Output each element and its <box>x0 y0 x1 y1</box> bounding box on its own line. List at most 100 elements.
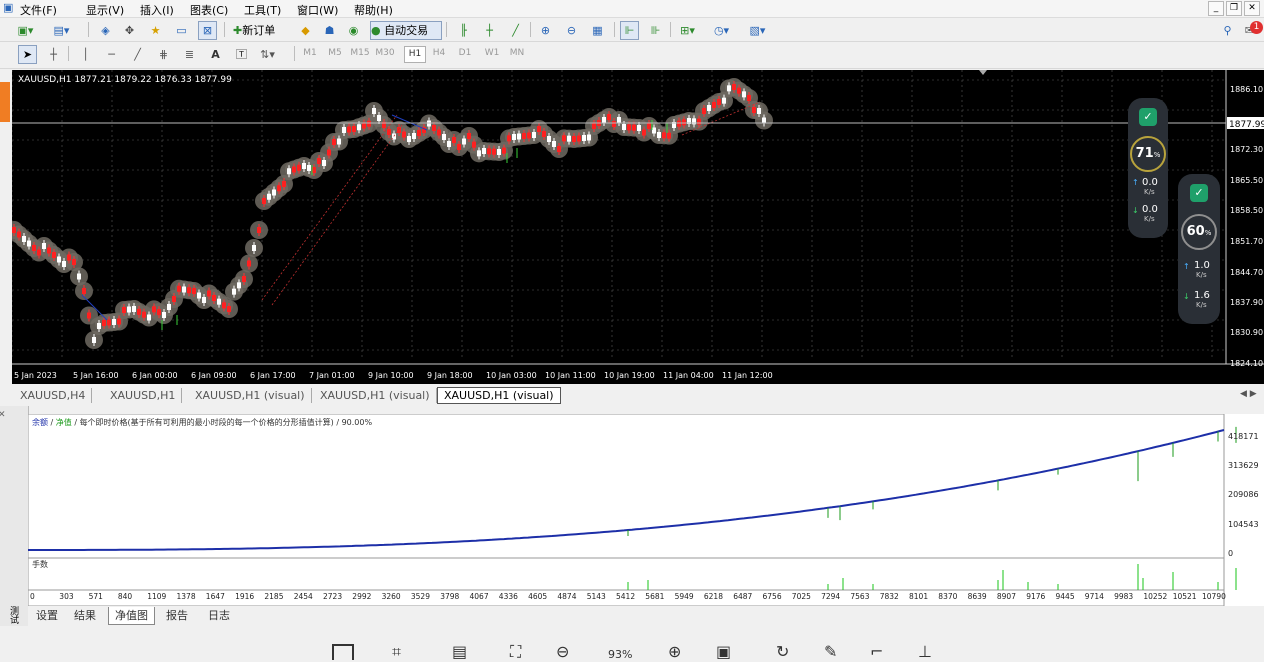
rotate-icon[interactable]: ↻ <box>776 642 789 661</box>
equity-x-tick: 4067 <box>470 592 489 601</box>
equity-x-tick: 0 <box>30 592 35 601</box>
trendline-icon[interactable]: ╱ <box>128 45 147 64</box>
profiles-icon[interactable]: ▤▾ <box>52 21 71 40</box>
restore-button[interactable]: ❐ <box>1226 1 1242 16</box>
equity-x-tick: 1109 <box>147 592 166 601</box>
zoom-in-icon[interactable]: ⊕ <box>668 642 681 661</box>
metaeditor-icon[interactable]: ◆ <box>296 21 315 40</box>
price-tick: 1858.50 <box>1230 206 1263 215</box>
panel-marker <box>0 82 10 122</box>
templates-icon[interactable]: ▧▾ <box>748 21 767 40</box>
scripts-icon[interactable]: ☗ <box>320 21 339 40</box>
zoom-in-icon[interactable]: ⊕ <box>536 21 555 40</box>
timeframe-h4[interactable]: H4 <box>429 46 449 61</box>
fibonacci-icon[interactable]: ≣ <box>180 45 199 64</box>
equity-x-tick: 7563 <box>850 592 869 601</box>
line-chart-icon[interactable]: ╱ <box>506 21 525 40</box>
price-chart[interactable]: 1886.101879.551872.301865.501858.501851.… <box>12 70 1264 384</box>
equity-x-tick: 6218 <box>704 592 723 601</box>
actual-size-icon[interactable]: ▣ <box>716 642 731 661</box>
text-label-icon[interactable]: 🅃 <box>232 45 251 64</box>
tab-scroll-arrows[interactable]: ◀ ▶ <box>1240 389 1257 399</box>
navigator-icon[interactable]: ✥ <box>120 21 139 40</box>
chart-tab-1[interactable]: XAUUSD,H4 <box>14 388 93 403</box>
price-tick: 1830.90 <box>1230 328 1263 337</box>
edit-icon[interactable]: ✎ <box>824 642 837 661</box>
panel-close-icon[interactable]: ✕ <box>0 410 6 420</box>
tab-settings[interactable]: 设置 <box>30 607 64 624</box>
chart-tab-2[interactable]: XAUUSD,H1 <box>104 388 183 403</box>
crosshair-icon[interactable]: ┼ <box>44 45 63 64</box>
close-button[interactable]: ✕ <box>1244 1 1260 16</box>
autoscroll-icon[interactable]: ⊪ <box>646 21 665 40</box>
channel-icon[interactable]: ⋕ <box>154 45 173 64</box>
app-icon: ▣ <box>3 1 14 14</box>
timeframe-m1[interactable]: M1 <box>300 46 320 61</box>
timeframe-m15[interactable]: M15 <box>350 46 370 61</box>
menu-window[interactable]: 窗口(W) <box>297 2 338 18</box>
ocr-icon[interactable]: ▤ <box>452 642 467 661</box>
equity-x-tick: 303 <box>59 592 74 601</box>
favorites-icon[interactable]: ★ <box>146 21 165 40</box>
new-chart-icon[interactable]: ▣▾ <box>16 21 35 40</box>
crop-tool-icon[interactable]: ⌐ <box>870 642 883 661</box>
equity-x-tick: 9983 <box>1114 592 1133 601</box>
menu-tools[interactable]: 工具(T) <box>244 2 281 18</box>
equity-x-tick: 5949 <box>675 592 694 601</box>
upload-rate: 0.0 <box>1142 177 1158 188</box>
periods-icon[interactable]: ◷▾ <box>712 21 731 40</box>
timeframe-m5[interactable]: M5 <box>325 46 345 61</box>
minimize-button[interactable]: _ <box>1208 1 1224 16</box>
legend-equity: 净值 <box>56 417 72 427</box>
equity-x-tick: 8907 <box>997 592 1016 601</box>
download-arrow-icon: ↓ <box>1183 292 1190 301</box>
indicators-icon[interactable]: ⊞▾ <box>678 21 697 40</box>
equity-x-tick: 8639 <box>968 592 987 601</box>
menu-help[interactable]: 帮助(H) <box>354 2 393 18</box>
market-watch-icon[interactable]: ◈ <box>96 21 115 40</box>
tab-report[interactable]: 报告 <box>160 607 194 624</box>
vertical-line-icon[interactable]: │ <box>76 45 95 64</box>
search-icon[interactable]: ⚲ <box>1218 21 1237 40</box>
zoom-out-icon[interactable]: ⊖ <box>556 642 569 661</box>
window-controls: _ ❐ ✕ <box>1208 1 1260 16</box>
arrows-icon[interactable]: ⇅▾ <box>258 45 277 64</box>
bar-chart-icon[interactable]: ╟ <box>454 21 473 40</box>
more-icon[interactable]: ⊥ <box>918 642 932 661</box>
menu-insert[interactable]: 插入(I) <box>140 2 174 18</box>
chart-tab-4[interactable]: XAUUSD,H1 (visual) <box>314 388 437 403</box>
chart-tab-3[interactable]: XAUUSD,H1 (visual) <box>189 388 312 403</box>
chart-shift-icon[interactable]: ⊩ <box>620 21 639 40</box>
fullscreen-icon[interactable] <box>332 644 354 660</box>
chart-tab-5[interactable]: XAUUSD,H1 (visual) <box>437 387 561 404</box>
timeframe-w1[interactable]: W1 <box>482 46 502 61</box>
time-tick: 10 Jan 19:00 <box>604 371 655 380</box>
tab-journal[interactable]: 日志 <box>202 607 236 624</box>
timeframe-mn[interactable]: MN <box>507 46 527 61</box>
equity-x-tick: 571 <box>89 592 104 601</box>
menu-charts[interactable]: 图表(C) <box>190 2 228 18</box>
signals-icon[interactable]: ◉ <box>344 21 363 40</box>
cursor-icon[interactable]: ➤ <box>18 45 37 64</box>
tab-results[interactable]: 结果 <box>68 607 102 624</box>
new-order-button[interactable]: ✚新订单 <box>232 21 292 40</box>
tab-equity-graph[interactable]: 净值图 <box>108 607 155 625</box>
timeframe-m30[interactable]: M30 <box>375 46 395 61</box>
fit-icon[interactable]: ⛶ <box>510 642 521 662</box>
crop-icon[interactable]: ⌗ <box>392 642 401 662</box>
menu-view[interactable]: 显示(V) <box>86 2 124 18</box>
candlesticks-icon[interactable]: ┼ <box>480 21 499 40</box>
equity-x-tick: 1378 <box>177 592 196 601</box>
horizontal-line-icon[interactable]: ─ <box>102 45 121 64</box>
equity-x-tick: 6756 <box>763 592 782 601</box>
timeframe-h1[interactable]: H1 <box>404 46 426 63</box>
menu-bar: ▣ 文件(F) 显示(V) 插入(I) 图表(C) 工具(T) 窗口(W) 帮助… <box>0 0 1264 18</box>
auto-trading-button[interactable]: ● 自动交易 <box>370 21 442 40</box>
zoom-out-icon[interactable]: ⊖ <box>562 21 581 40</box>
menu-file[interactable]: 文件(F) <box>20 2 57 18</box>
tile-windows-icon[interactable]: ▦ <box>588 21 607 40</box>
strategy-tester-icon[interactable]: ⊠ <box>198 21 217 40</box>
timeframe-d1[interactable]: D1 <box>455 46 475 61</box>
text-icon[interactable]: A <box>206 45 225 64</box>
terminal-icon[interactable]: ▭ <box>172 21 191 40</box>
